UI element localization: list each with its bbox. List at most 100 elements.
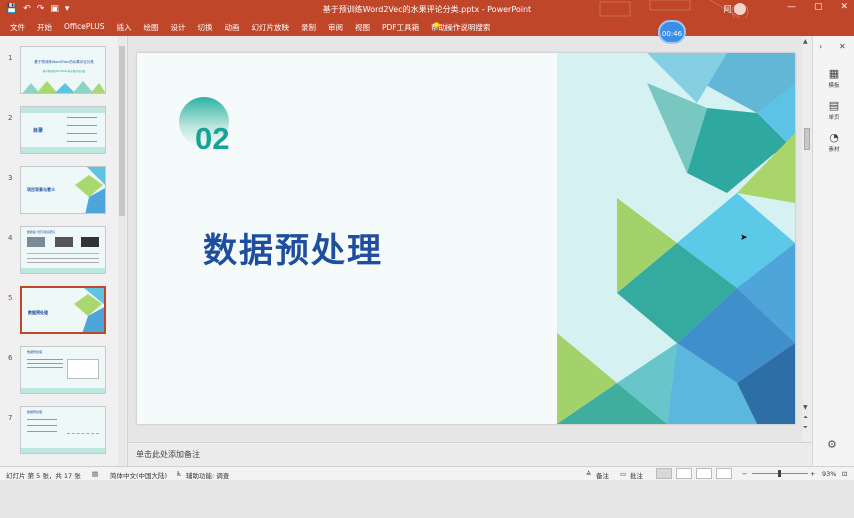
tab-design[interactable]: 设计 [170, 22, 185, 33]
slideshow-view-button[interactable] [716, 468, 732, 479]
recording-timer[interactable]: 00:46 [658, 20, 686, 44]
fit-slide-icon[interactable]: ⊡ [842, 470, 847, 478]
thumbnail-line [27, 431, 57, 432]
zoom-slider[interactable] [752, 470, 808, 477]
settings-gear-icon[interactable]: ⚙ [827, 438, 837, 451]
title-bar: 💾 ↶ ↷ ▣ ▾ 基于预训练Word2Vec的水果评论分类.pptx - Po… [0, 0, 854, 36]
thumbnail-caption: 项目背景与意义 [27, 187, 55, 192]
sorter-view-button[interactable] [676, 468, 692, 479]
thumbnail-image[interactable]: 目录 [20, 106, 106, 154]
officeplus-side-pane: › ✕ ▦ 模板 ▤ 单页 ◔ 素材 ⚙ [812, 36, 854, 466]
tab-pdf-tools[interactable]: PDF工具箱 [382, 22, 419, 33]
tab-officeplus[interactable]: OfficePLUS [64, 22, 104, 33]
thumbnail-line [27, 258, 99, 259]
thumbnail-line [67, 141, 97, 142]
section-number[interactable]: 02 [195, 121, 229, 157]
tab-draw[interactable]: 绘图 [143, 22, 158, 33]
thumbnail-caption: 数据预处理 [27, 410, 43, 414]
notes-pane[interactable]: 单击此处添加备注 [128, 442, 812, 466]
tab-review[interactable]: 审阅 [328, 22, 343, 33]
comments-toggle[interactable]: 批注 [630, 470, 643, 480]
accessibility-icon: ♿ [176, 470, 182, 478]
tab-view[interactable]: 视图 [355, 22, 370, 33]
zoom-out-icon[interactable]: − [742, 470, 747, 478]
collapse-chevron-icon[interactable]: › [819, 42, 822, 51]
notes-toggle[interactable]: 备注 [596, 470, 609, 480]
thumbnail-image[interactable]: 数据集介绍与相关研究 [20, 226, 106, 274]
tab-animations[interactable]: 动画 [224, 22, 239, 33]
thumbnail-number: 4 [8, 234, 13, 242]
slide-editor: 02 数据预处理 ➤ [128, 36, 812, 442]
tool-assets[interactable]: ◔ 素材 [821, 132, 847, 154]
next-slide-icon[interactable]: ⏷ [803, 424, 808, 432]
notes-placeholder[interactable]: 单击此处添加备注 [136, 449, 200, 460]
thumbnail-scrollbar[interactable] [118, 36, 126, 466]
scroll-up-icon[interactable]: ▲ [803, 38, 808, 45]
pane-close-icon[interactable]: ✕ [839, 42, 846, 51]
window-controls: — ▢ ✕ [787, 2, 848, 12]
slide-thumbnail-pane: 1 基于预训练Word2Vec的水果评论分类 基于预训练Word2Vec的水果评… [0, 36, 128, 480]
thumbnail-scrollbar-thumb[interactable] [119, 46, 125, 216]
tab-transitions[interactable]: 切换 [197, 22, 212, 33]
spellcheck-icon[interactable]: ▤ [92, 470, 98, 478]
template-icon: ▦ [828, 67, 840, 80]
thumbnail-image[interactable]: 数据预处理 [20, 406, 106, 454]
thumbnail-slide-7[interactable]: 7 数据预处理 [0, 406, 116, 460]
scroll-down-icon[interactable]: ▼ [803, 404, 808, 411]
zoom-in-icon[interactable]: + [810, 470, 815, 478]
zoom-slider-knob[interactable] [778, 470, 781, 477]
thumbnail-slide-5[interactable]: 5 数据预处理 [0, 286, 116, 340]
close-icon[interactable]: ✕ [840, 2, 848, 12]
minimize-icon[interactable]: — [787, 2, 796, 12]
thumbnail-image[interactable]: 数据预处理 [20, 286, 106, 334]
thumbnail-slide-4[interactable]: 4 数据集介绍与相关研究 [0, 226, 116, 280]
slide-scrollbar-thumb[interactable] [804, 128, 810, 150]
tab-file[interactable]: 文件 [10, 22, 25, 33]
thumbnail-caption: 基于预训练Word2Vec的水果评论分类 [34, 60, 94, 64]
thumbnail-line [27, 359, 63, 360]
thumbnail-slide-1[interactable]: 1 基于预训练Word2Vec的水果评论分类 基于预训练Word2Vec的水果评… [0, 46, 116, 100]
thumbnail-pattern [75, 167, 105, 213]
thumbnail-slide-6[interactable]: 6 数据预处理 [0, 346, 116, 400]
reading-view-button[interactable] [696, 468, 712, 479]
normal-view-button[interactable] [656, 468, 672, 479]
thumbnail-pattern [22, 81, 105, 93]
thumbnail-slide-3[interactable]: 3 项目背景与意义 [0, 166, 116, 220]
thumbnail-line [27, 367, 63, 368]
accessibility-status[interactable]: 辅助功能: 调查 [186, 470, 229, 480]
slide-scrollbar[interactable]: ▲ ▼ ⏶ ⏷ [802, 36, 812, 442]
thumbnail-line [27, 425, 57, 426]
thumbnail-image[interactable]: 基于预训练Word2Vec的水果评论分类 基于预训练Word2Vec的水果评论分… [20, 46, 106, 94]
tool-templates[interactable]: ▦ 模板 [821, 67, 847, 90]
tab-home[interactable]: 开始 [37, 22, 52, 33]
thumbnail-band [21, 147, 105, 153]
language-indicator[interactable]: 简体中文(中国大陆) [110, 470, 167, 480]
tool-label: 素材 [828, 147, 840, 153]
ribbon-tabs: 文件 开始 OfficePLUS 插入 绘图 设计 切换 动画 幻灯片放映 录制… [10, 22, 446, 33]
zoom-level[interactable]: 93% [822, 470, 836, 478]
tab-insert[interactable]: 插入 [116, 22, 131, 33]
ribbon: 文件 开始 OfficePLUS 插入 绘图 设计 切换 动画 幻灯片放映 录制… [0, 18, 854, 36]
thumbnail-photo [55, 237, 73, 247]
thumbnail-slide-2[interactable]: 2 目录 [0, 106, 116, 160]
thumbnail-table [67, 359, 99, 379]
prev-slide-icon[interactable]: ⏶ [803, 414, 808, 422]
thumbnail-line [27, 253, 99, 254]
tab-slideshow[interactable]: 幻灯片放映 [251, 22, 289, 33]
thumbnail-image[interactable]: 项目背景与意义 [20, 166, 106, 214]
thumbnail-line [27, 262, 99, 263]
thumbnail-line [67, 117, 97, 118]
thumbnail-image[interactable]: 数据预处理 [20, 346, 106, 394]
tool-label: 单页 [828, 115, 840, 121]
thumbnail-number: 7 [8, 414, 13, 422]
slide-title[interactable]: 数据预处理 [203, 223, 383, 272]
avatar[interactable] [734, 3, 746, 15]
maximize-icon[interactable]: ▢ [814, 2, 823, 12]
tell-me-search[interactable]: 💡 操作说明搜索 [432, 22, 490, 33]
thumbnail-caption: 数据集介绍与相关研究 [27, 230, 55, 234]
thumbnail-number: 2 [8, 114, 13, 122]
tab-record[interactable]: 录制 [301, 22, 316, 33]
tool-single-page[interactable]: ▤ 单页 [821, 100, 847, 122]
current-slide[interactable]: 02 数据预处理 ➤ [137, 53, 795, 424]
notes-icon: ≙ [586, 470, 592, 478]
